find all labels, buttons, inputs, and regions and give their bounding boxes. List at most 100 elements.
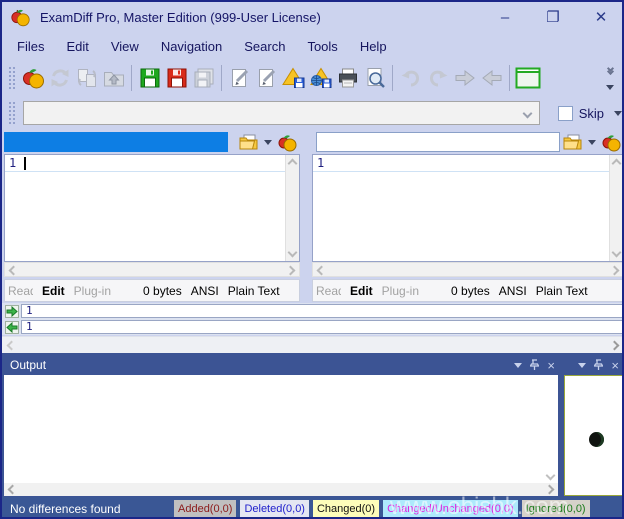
left-horizontal-scrollbar[interactable] [4, 262, 300, 277]
right-browse-folder-icon[interactable] [563, 134, 583, 150]
window-title: ExamDiff Pro, Master Edition (999-User L… [40, 10, 321, 25]
output-pin-icon[interactable] [530, 359, 539, 371]
scroll-down-icon[interactable] [288, 248, 298, 258]
swap-panes-button[interactable] [73, 64, 100, 92]
left-pane-statusbar: Read Edit Plug-in 0 bytes ANSI Plain Tex… [4, 279, 300, 302]
scroll-right-icon[interactable] [610, 266, 620, 276]
left-editor[interactable]: 1 [4, 154, 300, 262]
minimize-button[interactable]: – [494, 6, 516, 28]
scroll-left-icon[interactable] [317, 266, 327, 276]
overview-menu-icon[interactable] [578, 363, 586, 368]
left-plugin-mode: Plug-in [74, 284, 111, 298]
right-pane-header [312, 130, 624, 154]
toolbar-options-icon[interactable] [606, 85, 614, 90]
session-bar-grip[interactable] [8, 101, 15, 125]
skip-options-icon[interactable] [614, 111, 622, 116]
scroll-right-icon[interactable] [610, 341, 620, 351]
toolbar-separator [131, 65, 132, 91]
show-panes-icon [515, 67, 541, 89]
toolbar-grip[interactable] [8, 66, 15, 90]
save-second-button[interactable] [163, 64, 190, 92]
show-panes-button[interactable] [514, 64, 541, 92]
edit-second-button[interactable] [253, 64, 280, 92]
recompare-icon [48, 66, 72, 90]
print-preview-button[interactable] [361, 64, 388, 92]
scroll-right-icon[interactable] [286, 266, 296, 276]
pane-splitter[interactable] [300, 130, 312, 302]
left-format: Plain Text [228, 284, 280, 298]
maximize-button[interactable]: ❐ [542, 6, 564, 28]
scroll-right-icon[interactable] [545, 485, 555, 495]
overview-panel-content[interactable] [564, 375, 624, 496]
output-panel-content[interactable] [4, 375, 558, 483]
right-vertical-scrollbar[interactable] [609, 155, 623, 261]
left-pane-header [4, 130, 300, 154]
save-differences-html-icon [309, 66, 333, 90]
left-encoding: ANSI [191, 284, 219, 298]
menu-tools[interactable]: Tools [296, 35, 348, 58]
session-combobox[interactable] [23, 101, 540, 125]
scroll-left-icon[interactable] [8, 485, 18, 495]
output-close-icon[interactable]: × [547, 359, 555, 372]
right-browse-dropdown-icon[interactable] [588, 140, 596, 145]
previous-difference-icon [480, 66, 504, 90]
menu-navigation[interactable]: Navigation [150, 35, 233, 58]
scroll-up-icon[interactable] [288, 159, 298, 169]
print-preview-icon [363, 66, 387, 90]
scroll-up-icon[interactable] [612, 159, 622, 169]
output-menu-icon[interactable] [514, 363, 522, 368]
app-logo-icon [10, 7, 30, 27]
save-differences-icon [282, 66, 306, 90]
toolbar-separator [509, 65, 510, 91]
output-horizontal-scrollbar[interactable] [4, 483, 558, 496]
scroll-down-icon[interactable] [612, 248, 622, 258]
scroll-left-icon[interactable] [9, 266, 19, 276]
recompare-button[interactable] [46, 64, 73, 92]
skip-label: Skip [579, 106, 604, 121]
left-compare-icon[interactable] [277, 133, 297, 152]
compare-button[interactable] [19, 64, 46, 92]
save-differences-html-button[interactable] [307, 64, 334, 92]
menu-bar: Files Edit View Navigation Search Tools … [2, 32, 622, 60]
left-browse-folder-icon[interactable] [239, 134, 259, 150]
overview-close-icon[interactable]: × [611, 359, 619, 372]
diff-line-row-second: 1 [2, 319, 624, 335]
left-vertical-scrollbar[interactable] [285, 155, 299, 261]
right-horizontal-scrollbar[interactable] [312, 262, 624, 277]
copy-right-button[interactable] [5, 305, 19, 318]
more-buttons-chevron-icon[interactable] [608, 66, 613, 74]
redo-button[interactable] [424, 64, 451, 92]
left-path-field[interactable] [4, 132, 228, 152]
left-browse-dropdown-icon[interactable] [264, 140, 272, 145]
undo-icon [399, 66, 423, 90]
save-differences-button[interactable] [280, 64, 307, 92]
previous-difference-button[interactable] [478, 64, 505, 92]
save-both-button[interactable] [190, 64, 217, 92]
scroll-left-icon[interactable] [7, 341, 17, 351]
right-pane: 1 Read Edit Plug-in 0 bytes ANSI Plain T… [312, 130, 624, 302]
skip-checkbox[interactable] [558, 106, 573, 121]
copy-left-button[interactable] [5, 321, 19, 334]
undo-button[interactable] [397, 64, 424, 92]
overview-pin-icon[interactable] [594, 359, 603, 371]
menu-files[interactable]: Files [6, 35, 55, 58]
folder-up-button[interactable] [100, 64, 127, 92]
right-editor[interactable]: 1 [312, 154, 624, 262]
main-horizontal-scrollbar[interactable] [2, 336, 624, 353]
scroll-down-icon[interactable] [546, 471, 556, 481]
edit-first-button[interactable] [226, 64, 253, 92]
close-button[interactable]: ✕ [590, 6, 612, 28]
right-path-field[interactable] [316, 132, 560, 152]
menu-search[interactable]: Search [233, 35, 296, 58]
save-first-icon [138, 66, 162, 90]
save-second-icon [165, 66, 189, 90]
menu-edit[interactable]: Edit [55, 35, 99, 58]
next-difference-button[interactable] [451, 64, 478, 92]
save-first-button[interactable] [136, 64, 163, 92]
menu-help[interactable]: Help [349, 35, 398, 58]
combobox-dropdown-icon[interactable] [523, 109, 533, 119]
right-compare-icon[interactable] [601, 133, 621, 152]
menu-view[interactable]: View [100, 35, 150, 58]
print-button[interactable] [334, 64, 361, 92]
redo-icon [426, 66, 450, 90]
